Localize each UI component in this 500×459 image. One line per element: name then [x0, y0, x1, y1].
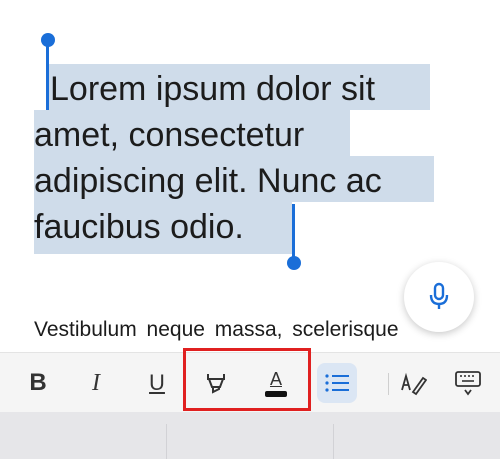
- pen-text-icon: [401, 372, 427, 396]
- handwriting-button[interactable]: [393, 363, 433, 403]
- suggestion-divider: [333, 424, 334, 459]
- bullet-list-icon: [325, 374, 349, 392]
- document-body-text[interactable]: Vestibulum neque massa, scelerisque: [34, 318, 474, 342]
- keyboard-icon: [455, 371, 481, 396]
- selection-end-cursor: [292, 204, 295, 262]
- selected-text-line[interactable]: Lorem ipsum dolor sit: [50, 67, 375, 111]
- keyboard-suggestion-bar: [0, 412, 500, 459]
- selection-end-handle[interactable]: [287, 256, 301, 270]
- selected-text-line[interactable]: faucibus odio.: [34, 205, 244, 249]
- underline-label: U: [149, 370, 165, 395]
- microphone-icon: [429, 282, 449, 309]
- selected-text-line[interactable]: amet, consectetur: [34, 113, 304, 157]
- bold-button[interactable]: B: [18, 363, 58, 403]
- selected-text-line[interactable]: adipiscing elit. Nunc ac: [34, 159, 382, 203]
- italic-button[interactable]: I: [76, 363, 116, 403]
- bold-label: B: [29, 369, 47, 396]
- toolbar-divider: [388, 373, 389, 395]
- annotation-highlight-box: [183, 348, 311, 411]
- bullet-list-button[interactable]: [317, 363, 357, 403]
- dictation-button[interactable]: [404, 262, 474, 332]
- selection-start-cursor: [46, 42, 49, 110]
- hide-keyboard-button[interactable]: [448, 363, 488, 403]
- italic-label: I: [92, 369, 100, 396]
- underline-button[interactable]: U: [137, 363, 177, 403]
- suggestion-divider: [166, 424, 167, 459]
